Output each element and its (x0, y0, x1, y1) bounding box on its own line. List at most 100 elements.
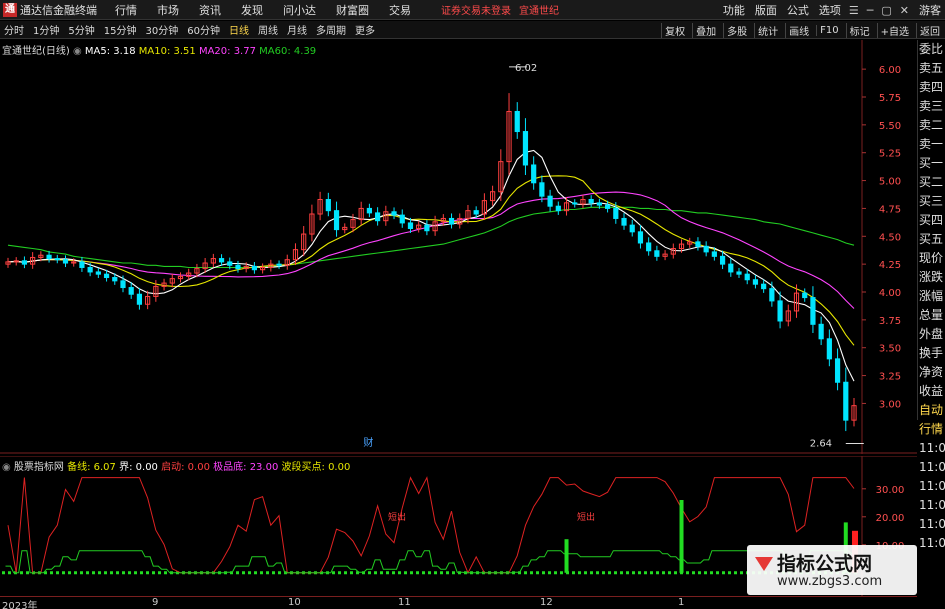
menu-options[interactable]: 选项 (819, 2, 841, 18)
sidebar-item[interactable]: 买三 (918, 192, 945, 211)
sidebar-item[interactable]: 11:0 (918, 458, 945, 477)
sidebar-item[interactable]: 涨幅 (918, 287, 945, 306)
window-menu-icon[interactable]: ☰ (849, 4, 859, 17)
sidebar-item[interactable]: 买四 (918, 211, 945, 230)
adjust-button[interactable]: 复权 (661, 22, 688, 38)
menu-function[interactable]: 功能 (723, 2, 745, 18)
tab-multi-period[interactable]: 多周期 (316, 22, 346, 37)
indicator-name: 股票指标网 (13, 462, 64, 473)
menu-quotes[interactable]: 行情 (115, 2, 137, 18)
sidebar-item[interactable]: 净资 (918, 363, 945, 382)
date-label: 12 (540, 597, 553, 608)
menu-formula[interactable]: 公式 (787, 2, 809, 18)
y-tick-label: 3.75 (879, 316, 901, 327)
tab-15min[interactable]: 15分钟 (104, 22, 137, 37)
guest-user[interactable]: 游客 (919, 2, 941, 18)
sidebar-item[interactable]: 换手 (918, 344, 945, 363)
menu-market[interactable]: 市场 (157, 2, 179, 18)
signal-bar (564, 539, 569, 573)
indicator-field-3: 启动: 0.00 (161, 462, 210, 473)
sidebar-item[interactable]: 卖四 (918, 78, 945, 97)
candle-body (777, 300, 783, 322)
tab-more[interactable]: 更多 (355, 22, 375, 37)
tab-intraday[interactable]: 分时 (4, 22, 24, 37)
menu-discover[interactable]: 发现 (241, 2, 263, 18)
candle-body (531, 164, 537, 184)
add-watchlist-button[interactable]: +自选 (876, 22, 912, 38)
sidebar-item[interactable]: 自动 (918, 401, 945, 420)
tab-daily[interactable]: 日线 (229, 22, 249, 37)
sidebar-item[interactable]: 委比 (918, 40, 945, 59)
candle-body (21, 260, 28, 265)
sidebar-item[interactable]: 行情 (918, 420, 945, 439)
tab-weekly[interactable]: 周线 (258, 22, 278, 37)
tab-5min[interactable]: 5分钟 (68, 22, 94, 37)
minimize-icon[interactable]: ─ (867, 4, 874, 17)
step-outline (5, 550, 857, 574)
overlay-button[interactable]: 叠加 (692, 22, 719, 38)
sidebar-item[interactable]: 11:0 (918, 534, 945, 553)
indicator-field-2: 界: 0.00 (119, 462, 158, 473)
back-button[interactable]: 返回 (916, 22, 943, 38)
sidebar-item[interactable]: 11:0 (918, 439, 945, 458)
f10-button[interactable]: F10 (816, 24, 841, 36)
menu-wealth[interactable]: 财富圈 (336, 2, 369, 18)
candle-body (555, 205, 561, 212)
draw-line-button[interactable]: 画线 (785, 22, 812, 38)
menu-layout[interactable]: 版面 (755, 2, 777, 18)
date-label: 11 (398, 597, 411, 608)
sell-signal-label: 短出 (577, 511, 595, 523)
sidebar-item[interactable]: 11:0 (918, 515, 945, 534)
sidebar-item[interactable]: 买二 (918, 173, 945, 192)
candle-body (407, 222, 414, 229)
sidebar-item[interactable]: 总量 (918, 306, 945, 325)
sidebar-item[interactable]: 11:0 (918, 477, 945, 496)
sidebar-item[interactable]: 卖二 (918, 116, 945, 135)
indicator-tick-label: 20.00 (876, 513, 905, 524)
ma5-line (7, 149, 855, 382)
tab-monthly[interactable]: 月线 (287, 22, 307, 37)
menu-news[interactable]: 资讯 (199, 2, 221, 18)
candle-body (366, 207, 372, 214)
candle-body (218, 258, 225, 263)
candle-body (728, 263, 734, 273)
tab-1min[interactable]: 1分钟 (33, 22, 59, 37)
sidebar-item[interactable]: 卖五 (918, 59, 945, 78)
y-tick-label: 5.75 (879, 93, 901, 104)
sidebar-item[interactable]: 11:0 (918, 496, 945, 515)
candle-body (391, 211, 397, 216)
tab-60min[interactable]: 60分钟 (187, 22, 220, 37)
mark-button[interactable]: 标记 (845, 22, 873, 38)
close-icon[interactable]: ✕ (900, 4, 909, 17)
candle-body (136, 293, 143, 305)
stats-button[interactable]: 统计 (754, 22, 781, 38)
sidebar-item[interactable]: 涨跌 (918, 268, 945, 287)
sidebar-item[interactable]: 外盘 (918, 325, 945, 344)
sidebar-item[interactable]: 卖三 (918, 97, 945, 116)
maximize-icon[interactable]: ▢ (881, 4, 891, 17)
menu-trade[interactable]: 交易 (389, 2, 411, 18)
sidebar-item[interactable]: 买五 (918, 230, 945, 249)
candle-body (769, 288, 775, 302)
y-tick-label: 4.00 (879, 288, 901, 299)
menu-ask[interactable]: 问小达 (283, 2, 316, 18)
candle-body (703, 245, 709, 253)
price-chart[interactable]: 6.00 5.75 5.50 5.25 5.00 4.75 4.50 4.25 4.00 3.75… (0, 40, 917, 454)
multi-stock-button[interactable]: 多股 (723, 22, 750, 38)
sidebar-item[interactable]: 收益 (918, 382, 945, 401)
sidebar-item[interactable]: 现价 (918, 249, 945, 268)
sidebar-item[interactable]: 买一 (918, 154, 945, 173)
ma10-line (7, 175, 855, 346)
candle-body (514, 110, 520, 133)
sidebar-item[interactable]: 卖一 (918, 135, 945, 154)
candle-body (818, 323, 824, 340)
login-notice[interactable]: 证券交易未登录 (441, 2, 511, 17)
ma10-value: MA10: 3.51 (138, 46, 196, 57)
tab-30min[interactable]: 30分钟 (145, 22, 178, 37)
candle-body (654, 250, 660, 257)
candle-body (62, 259, 69, 264)
candle-body (103, 273, 110, 279)
y-tick-label: 5.00 (879, 177, 901, 188)
indicator-info-line: ◉ 股票指标网 备线: 6.07 界: 0.00 启动: 0.00 极品底: 2… (2, 458, 350, 473)
info-dot-icon: ◉ (73, 46, 85, 57)
